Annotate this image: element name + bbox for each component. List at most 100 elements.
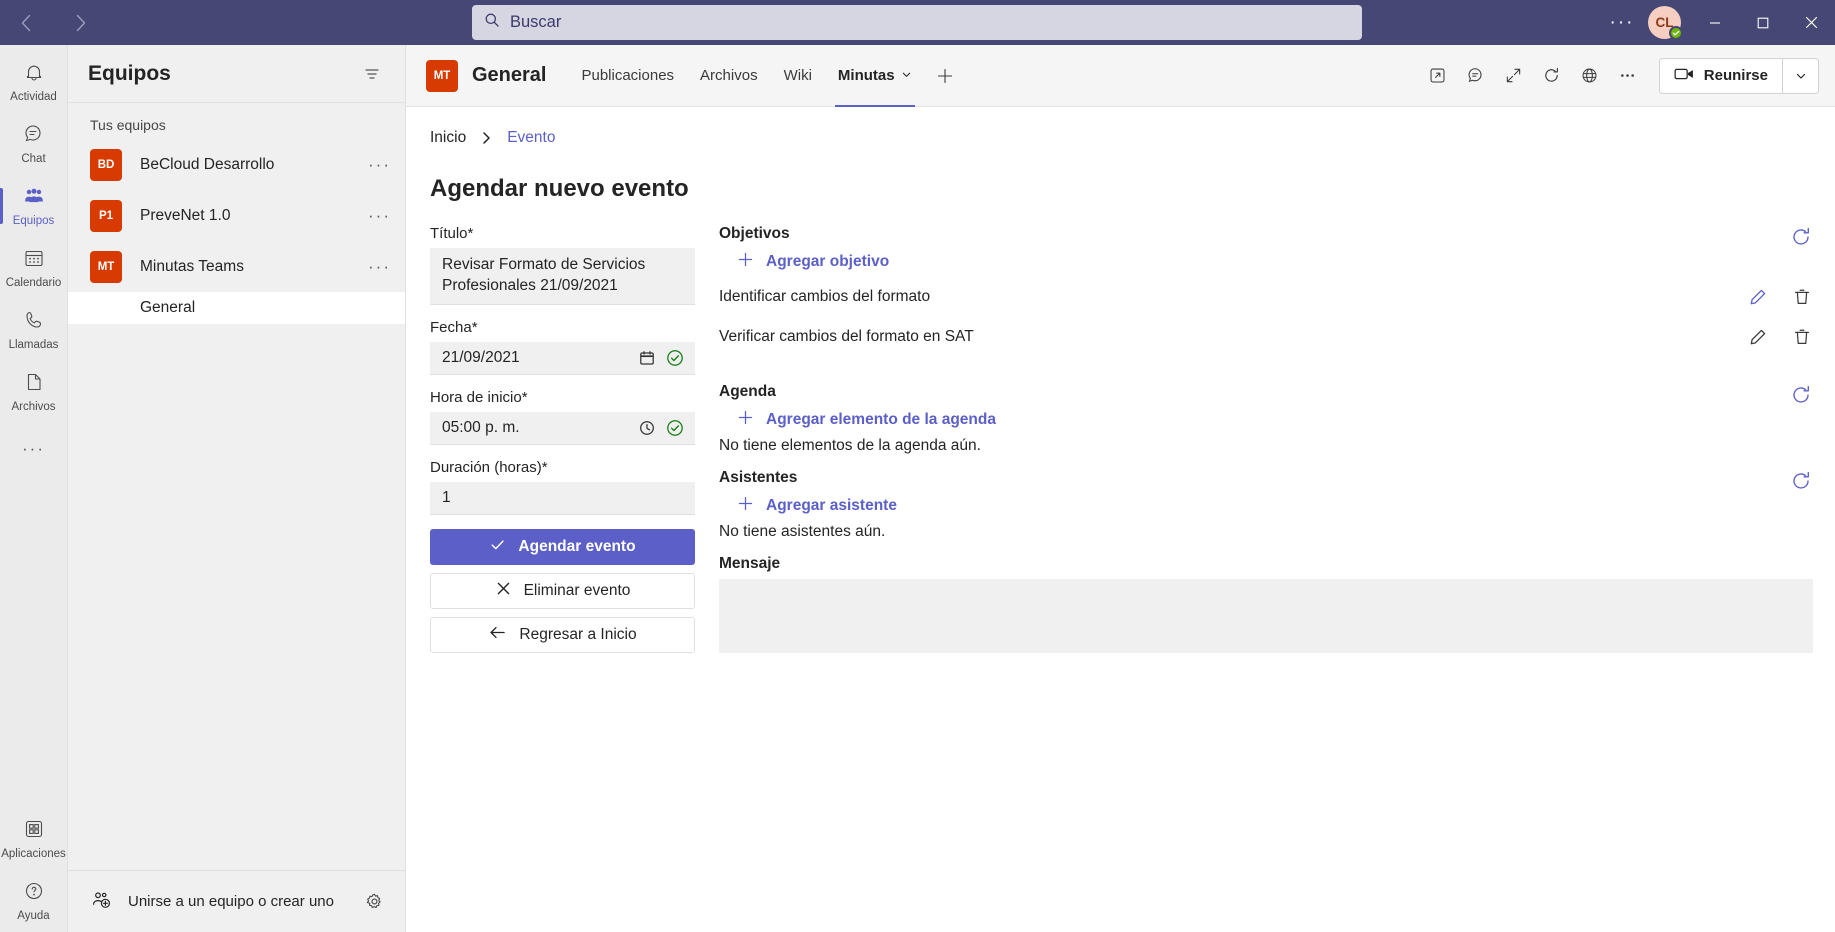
back-to-home-button[interactable]: Regresar a Inicio xyxy=(430,616,695,653)
team-row[interactable]: MT Minutas Teams ··· xyxy=(68,241,405,292)
duration-input[interactable]: 1 xyxy=(430,481,695,515)
message-textarea[interactable] xyxy=(719,579,1813,653)
attendees-refresh-icon[interactable] xyxy=(1789,469,1813,493)
date-input[interactable]: 21/09/2021 xyxy=(430,341,695,375)
calendar-picker-icon[interactable] xyxy=(637,348,657,368)
team-name: Minutas Teams xyxy=(140,257,244,275)
add-agenda-item-button[interactable]: Agregar elemento de la agenda xyxy=(719,405,1789,435)
bell-icon xyxy=(22,60,46,89)
rail-label: Aplicaciones xyxy=(1,848,66,861)
breadcrumb-home[interactable]: Inicio xyxy=(430,129,466,147)
gear-icon[interactable] xyxy=(359,887,389,917)
schedule-event-button[interactable]: Agendar evento xyxy=(430,528,695,565)
close-button[interactable] xyxy=(1787,0,1835,45)
teams-pane: Equipos Tus equipos BD BeCloud Desarroll… xyxy=(68,45,406,932)
more-icon[interactable] xyxy=(1611,59,1645,93)
minimize-button[interactable] xyxy=(1691,0,1739,45)
teams-icon xyxy=(22,184,46,213)
agenda-refresh-icon[interactable] xyxy=(1789,383,1813,407)
team-more-button[interactable]: ··· xyxy=(368,257,391,277)
team-row[interactable]: P1 PreveNet 1.0 ··· xyxy=(68,190,405,241)
page-title: Equipos xyxy=(88,61,171,85)
time-input[interactable]: 05:00 p. m. xyxy=(430,411,695,445)
join-or-create-team-button[interactable]: Unirse a un equipo o crear uno xyxy=(90,889,334,915)
expand-icon[interactable] xyxy=(1497,59,1531,93)
meet-now-button[interactable]: Reunirse xyxy=(1660,59,1782,93)
rail-item-archivos[interactable]: Archivos xyxy=(0,361,68,423)
teams-app-window: Buscar ··· CL Actividad Chat Equipos Cal… xyxy=(0,0,1835,932)
teams-section-label: Tus equipos xyxy=(90,117,166,133)
objectives-header: Objetivos Agregar objetivo xyxy=(719,225,1789,277)
check-icon xyxy=(489,536,506,558)
objective-row: Identificar cambios del formato xyxy=(719,277,1813,317)
pencil-icon[interactable] xyxy=(1747,286,1769,308)
rail-more-button[interactable]: ··· xyxy=(0,423,68,475)
globe-icon[interactable] xyxy=(1573,59,1607,93)
open-in-new-icon[interactable] xyxy=(1421,59,1455,93)
rail-label: Archivos xyxy=(11,401,56,414)
agenda-header: Agenda Agregar elemento de la agenda xyxy=(719,383,1789,435)
back-button[interactable] xyxy=(8,7,44,39)
chevron-down-icon[interactable] xyxy=(901,67,912,84)
maximize-button[interactable] xyxy=(1739,0,1787,45)
clock-picker-icon[interactable] xyxy=(637,418,657,438)
tab-minutas[interactable]: Minutas xyxy=(825,45,925,107)
rail-item-equipos[interactable]: Equipos xyxy=(0,175,68,237)
pencil-icon[interactable] xyxy=(1747,326,1769,348)
form-left-column: Título* Revisar Formato de Servicios Pro… xyxy=(430,225,695,661)
add-attendee-label: Agregar asistente xyxy=(766,497,897,514)
tab-label: Wiki xyxy=(783,67,812,84)
attendees-header: Asistentes Agregar asistente xyxy=(719,469,1789,521)
add-tab-button[interactable] xyxy=(925,45,965,107)
rail-item-llamadas[interactable]: Llamadas xyxy=(0,299,68,361)
rail-item-ayuda[interactable]: Ayuda xyxy=(0,870,68,932)
breadcrumb-evento[interactable]: Evento xyxy=(507,129,555,147)
delete-event-button[interactable]: Eliminar evento xyxy=(430,572,695,609)
forward-button[interactable] xyxy=(62,7,98,39)
tab-wiki[interactable]: Wiki xyxy=(771,45,825,107)
rail-item-chat[interactable]: Chat xyxy=(0,113,68,175)
rail-item-calendario[interactable]: Calendario xyxy=(0,237,68,299)
time-value: 05:00 p. m. xyxy=(442,418,520,436)
team-more-button[interactable]: ··· xyxy=(368,206,391,226)
channel-row-general[interactable]: General xyxy=(68,292,405,324)
rail-item-aplicaciones[interactable]: Aplicaciones xyxy=(0,808,68,870)
objectives-refresh-icon[interactable] xyxy=(1789,225,1813,249)
rail-item-actividad[interactable]: Actividad xyxy=(0,51,68,113)
title-input[interactable]: Revisar Formato de Servicios Profesional… xyxy=(430,248,695,305)
rail-label: Ayuda xyxy=(17,910,50,923)
duration-value: 1 xyxy=(442,488,451,506)
date-value: 21/09/2021 xyxy=(442,348,520,366)
avatar[interactable]: CL xyxy=(1648,6,1683,40)
trash-icon[interactable] xyxy=(1791,286,1813,308)
schedule-event-label: Agendar evento xyxy=(518,537,636,555)
teams-pane-footer: Unirse a un equipo o crear uno xyxy=(68,870,405,932)
video-camera-icon xyxy=(1674,66,1695,86)
channel-tabs: Publicaciones Archivos Wiki Minutas xyxy=(568,45,964,107)
titlebar-more-button[interactable]: ··· xyxy=(1600,0,1644,45)
chevron-right-icon xyxy=(480,130,493,146)
search-placeholder: Buscar xyxy=(510,13,562,31)
team-more-button[interactable]: ··· xyxy=(368,155,391,175)
chat-bubble-icon[interactable] xyxy=(1459,59,1493,93)
main-content: MT General Publicaciones Archivos Wiki M… xyxy=(406,45,1835,932)
tab-archivos[interactable]: Archivos xyxy=(687,45,771,107)
search-container: Buscar xyxy=(472,5,1362,40)
add-attendee-button[interactable]: Agregar asistente xyxy=(719,491,1789,521)
meet-options-caret-icon[interactable] xyxy=(1782,58,1818,93)
title-bar: Buscar ··· CL xyxy=(0,0,1835,45)
time-valid-check-circle-icon xyxy=(665,418,685,438)
trash-icon[interactable] xyxy=(1791,326,1813,348)
rail-label: Llamadas xyxy=(8,339,59,352)
search-input[interactable]: Buscar xyxy=(472,5,1362,40)
refresh-icon[interactable] xyxy=(1535,59,1569,93)
app-rail: Actividad Chat Equipos Calendario Llamad… xyxy=(0,45,68,932)
filter-icon[interactable] xyxy=(357,59,387,89)
tab-publicaciones[interactable]: Publicaciones xyxy=(568,45,687,107)
objectives-title: Objetivos xyxy=(719,225,790,242)
rail-label: Calendario xyxy=(5,277,62,290)
date-field-label: Fecha* xyxy=(430,318,478,336)
team-row[interactable]: BD BeCloud Desarrollo ··· xyxy=(68,139,405,190)
add-objective-button[interactable]: Agregar objetivo xyxy=(719,247,1789,277)
breadcrumb: Inicio Evento xyxy=(406,129,1835,147)
